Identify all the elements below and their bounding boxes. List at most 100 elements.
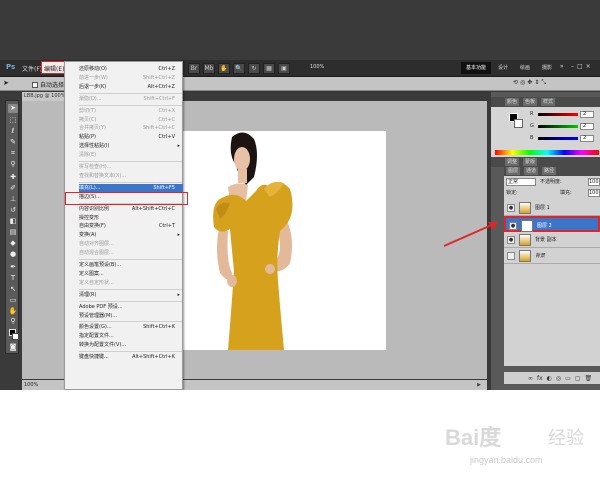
- tab-adjustments[interactable]: 调整: [505, 158, 520, 166]
- edit-menu-item[interactable]: Adobe PDF 预设...: [79, 303, 183, 312]
- workspace-design[interactable]: 设计: [498, 64, 508, 71]
- 3d-roll-icon[interactable]: ◎: [520, 79, 525, 87]
- edit-menu-item[interactable]: 后退一步(K) Alt+Ctrl+Z: [79, 83, 183, 92]
- tab-styles[interactable]: 样式: [541, 98, 556, 106]
- 3d-rotate-icon[interactable]: ⟲: [513, 79, 518, 87]
- edit-menu-item[interactable]: 转换为配置文件(V)...: [79, 341, 183, 350]
- edit-menu-item[interactable]: 清理(R) ▸: [79, 291, 183, 300]
- background-color-swatch[interactable]: [12, 333, 19, 340]
- edit-menu-item[interactable]: 指定配置文件...: [79, 332, 183, 341]
- layer-name[interactable]: 图层 1: [535, 204, 550, 211]
- pen-tool-icon[interactable]: ✒: [8, 263, 18, 272]
- blur-tool-icon[interactable]: ◆: [8, 239, 18, 248]
- path-select-tool-icon[interactable]: ↖: [8, 285, 18, 294]
- edit-menu-item[interactable]: 键盘快捷键... Alt+Shift+Ctrl+K: [79, 353, 183, 362]
- status-zoom[interactable]: 100%: [24, 380, 38, 390]
- visibility-eye-icon[interactable]: [507, 252, 515, 260]
- layer-row-3[interactable]: ● 背景 副本: [504, 232, 600, 248]
- dodge-tool-icon[interactable]: ●: [8, 250, 18, 259]
- shape-tool-icon[interactable]: ▭: [8, 296, 18, 305]
- hand-icon[interactable]: ✋: [218, 63, 230, 74]
- layer-mask-icon[interactable]: ◐: [547, 375, 552, 382]
- edit-menu-item[interactable]: 操控变形: [79, 214, 183, 223]
- tab-color[interactable]: 颜色: [505, 98, 520, 106]
- move-tool-icon[interactable]: ➤: [3, 79, 9, 87]
- layer-row-2[interactable]: ● 图层 2: [504, 216, 600, 232]
- auto-select-option[interactable]: 自动选择: [32, 80, 64, 89]
- tab-swatches[interactable]: 色板: [523, 98, 538, 106]
- quick-select-tool-icon[interactable]: ✎: [8, 138, 18, 147]
- zoom-level[interactable]: 100%: [310, 64, 324, 70]
- tab-channels[interactable]: 通道: [524, 167, 539, 175]
- edit-menu-item[interactable]: 定义画笔预设(B)...: [79, 261, 183, 270]
- bridge-icon[interactable]: Br: [188, 63, 200, 74]
- quick-mask-icon[interactable]: ◙: [8, 343, 18, 352]
- hand-tool-icon[interactable]: ✋: [8, 307, 18, 316]
- slider-green-value[interactable]: 2: [580, 123, 594, 130]
- layer-name[interactable]: 背景 副本: [535, 236, 557, 243]
- slider-green-track[interactable]: [538, 125, 578, 128]
- 3d-slide-icon[interactable]: ⇕: [534, 79, 539, 87]
- visibility-eye-icon[interactable]: ●: [509, 222, 517, 230]
- minimize-button[interactable]: –: [571, 63, 574, 70]
- close-button[interactable]: ×: [586, 63, 591, 70]
- workspace-photo[interactable]: 摄影: [542, 64, 552, 71]
- blend-mode-select[interactable]: 正常: [506, 178, 536, 186]
- more-workspaces-icon[interactable]: »: [560, 63, 564, 70]
- panel-background-swatch[interactable]: [514, 119, 523, 128]
- layer-name[interactable]: 图层 2: [537, 222, 552, 229]
- edit-menu-item[interactable]: 自由变换(F) Ctrl+T: [79, 222, 183, 231]
- tab-paths[interactable]: 路径: [542, 167, 557, 175]
- zoom-tool-icon[interactable]: ⚲: [8, 317, 18, 326]
- stamp-tool-icon[interactable]: ⊥: [8, 195, 18, 204]
- layer-style-icon[interactable]: fx: [537, 375, 543, 382]
- visibility-eye-icon[interactable]: ●: [507, 236, 515, 244]
- brush-tool-icon[interactable]: ✐: [8, 184, 18, 193]
- 3d-scale-icon[interactable]: ⤡: [541, 79, 546, 87]
- type-tool-icon[interactable]: T: [8, 274, 18, 283]
- document-image[interactable]: [180, 131, 386, 350]
- workspace-basic[interactable]: 基本功能: [461, 62, 491, 74]
- edit-menu-item[interactable]: 变换(A) ▸: [79, 231, 183, 240]
- delete-layer-icon[interactable]: 🗑: [585, 375, 593, 382]
- screen-mode-icon[interactable]: ▣: [278, 63, 290, 74]
- auto-select-checkbox[interactable]: [32, 81, 38, 88]
- eyedropper-tool-icon[interactable]: ⚲: [8, 160, 18, 169]
- edit-menu-item[interactable]: 定义图案...: [79, 270, 183, 279]
- layer-row-1[interactable]: ● 图层 1: [504, 200, 600, 216]
- gradient-tool-icon[interactable]: ▤: [8, 228, 18, 237]
- crop-tool-icon[interactable]: ⌗: [8, 149, 18, 158]
- edit-menu-item[interactable]: 选择性粘贴(I) ▸: [79, 142, 183, 151]
- slider-blue-value[interactable]: 2: [580, 135, 594, 142]
- history-brush-icon[interactable]: ↺: [8, 206, 18, 215]
- rotate-icon[interactable]: ↻: [248, 63, 260, 74]
- maximize-button[interactable]: □: [577, 63, 583, 70]
- arrange-icon[interactable]: ▦: [263, 63, 275, 74]
- menu-file[interactable]: 文件(F): [22, 64, 42, 73]
- edit-menu-item[interactable]: 颜色设置(G)... Shift+Ctrl+K: [79, 323, 183, 332]
- edit-menu-item[interactable]: 内容识别比例 Alt+Shift+Ctrl+C: [79, 205, 183, 214]
- group-icon[interactable]: ▭: [565, 375, 571, 382]
- link-layers-icon[interactable]: ∞: [528, 375, 533, 382]
- slider-red-value[interactable]: 2: [580, 111, 594, 118]
- edit-menu-item[interactable]: 预设管理器(M)...: [79, 312, 183, 321]
- marquee-tool-icon[interactable]: ⬚: [8, 116, 18, 125]
- workspace-paint[interactable]: 绘画: [520, 64, 530, 71]
- move-tool-icon[interactable]: ➤: [8, 104, 18, 113]
- layer-row-4[interactable]: 背景: [504, 248, 600, 264]
- opacity-input[interactable]: 100: [588, 178, 600, 186]
- slider-blue-track[interactable]: [538, 137, 578, 140]
- adjustment-layer-icon[interactable]: ◎: [556, 375, 561, 382]
- zoom-icon[interactable]: 🔍: [233, 63, 245, 74]
- healing-tool-icon[interactable]: ✚: [8, 173, 18, 182]
- edit-menu-item[interactable]: 还原移动(O) Ctrl+Z: [79, 65, 183, 74]
- fill-input[interactable]: 100: [588, 189, 600, 197]
- slider-red-track[interactable]: [538, 113, 578, 116]
- eraser-tool-icon[interactable]: ◧: [8, 217, 18, 226]
- lasso-tool-icon[interactable]: ℓ: [8, 127, 18, 136]
- layer-name[interactable]: 背景: [535, 252, 545, 259]
- tab-masks[interactable]: 蒙版: [523, 158, 538, 166]
- color-spectrum[interactable]: [495, 150, 599, 155]
- status-arrow-icon[interactable]: ▶: [477, 380, 481, 390]
- new-layer-icon[interactable]: ▢: [575, 375, 581, 382]
